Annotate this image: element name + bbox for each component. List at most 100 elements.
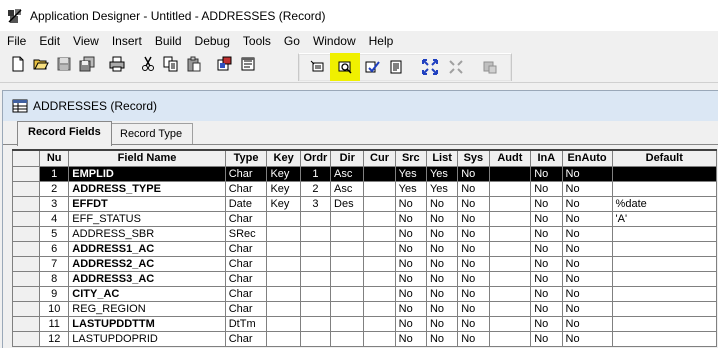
cell-cur[interactable] [363,285,396,302]
cell-enauto[interactable]: No [561,330,613,347]
table-row[interactable]: 7 ADDRESS2_AC Char No No No No No [11,255,718,272]
cell-cur[interactable] [363,165,396,182]
row-selector[interactable] [11,210,41,227]
cell-audt[interactable] [488,165,532,182]
cell-number[interactable]: 6 [39,240,70,257]
cell-cur[interactable] [363,300,396,317]
grid-corner[interactable] [11,149,41,167]
table-row[interactable]: 12 LASTUPDOPRID Char No No No No No [11,330,718,347]
table-row[interactable]: 9 CITY_AC Char No No No No No [11,285,718,302]
cell-type[interactable]: Char [224,285,268,302]
cell-dir[interactable] [330,225,365,242]
cell-sys[interactable]: No [457,330,490,347]
cell-default[interactable] [611,285,718,302]
cell-type[interactable]: SRec [224,225,268,242]
cell-default[interactable] [611,315,718,332]
cell-cur[interactable] [363,195,396,212]
cell-field-name[interactable]: ADDRESS_TYPE [68,180,226,197]
cell-number[interactable]: 12 [39,330,70,347]
col-header-nu[interactable]: Nu [39,149,70,167]
cell-enauto[interactable]: No [561,195,613,212]
cell-enauto[interactable]: No [561,225,613,242]
expand-all-icon[interactable] [421,58,439,76]
cell-audt[interactable] [488,240,532,257]
menu-tools[interactable]: Tools [236,31,277,51]
cell-type[interactable]: Char [224,270,268,287]
menu-view[interactable]: View [66,31,105,51]
col-header-list[interactable]: List [425,149,459,167]
cell-enauto[interactable]: No [561,255,613,272]
cell-src[interactable]: No [394,195,427,212]
row-selector[interactable] [11,315,41,332]
cell-type[interactable]: Char [224,210,268,227]
cell-src[interactable]: Yes [394,180,427,197]
cell-enauto[interactable]: No [561,240,613,257]
cell-sys[interactable]: No [457,300,490,317]
cell-dir[interactable] [330,270,365,287]
cell-number[interactable]: 9 [39,285,70,302]
cell-sys[interactable]: No [457,165,490,182]
cell-sys[interactable]: No [457,285,490,302]
cell-default[interactable] [611,255,718,272]
row-selector[interactable] [11,180,41,197]
new-icon[interactable] [9,55,27,73]
row-selector[interactable] [11,300,41,317]
cell-list[interactable]: No [425,315,459,332]
cell-list[interactable]: No [425,225,459,242]
cell-number[interactable]: 11 [39,315,70,332]
copy-icon[interactable] [162,55,180,73]
cell-number[interactable]: 4 [39,210,70,227]
cell-ina[interactable]: No [530,330,563,347]
col-header-key[interactable]: Key [266,149,301,167]
insert-field-icon[interactable] [309,58,327,76]
cell-sys[interactable]: No [457,195,490,212]
cell-sys[interactable]: No [457,210,490,227]
cell-cur[interactable] [363,180,396,197]
cell-type[interactable]: Date [224,195,268,212]
cell-audt[interactable] [488,210,532,227]
table-row[interactable]: 8 ADDRESS3_AC Char No No No No No [11,270,718,287]
row-selector[interactable] [11,330,41,347]
cell-cur[interactable] [363,225,396,242]
cell-type[interactable]: Char [224,330,268,347]
cell-cur[interactable] [363,210,396,227]
table-row[interactable]: 3 EFFDT Date Key 3 Des No No No No No %date [11,195,718,212]
cell-type[interactable]: Char [224,300,268,317]
cell-dir[interactable] [330,330,365,347]
table-row[interactable]: 5 ADDRESS_SBR SRec No No No No No [11,225,718,242]
table-row[interactable]: 2 ADDRESS_TYPE Char Key 2 Asc Yes Yes No No No [11,180,718,197]
menu-edit[interactable]: Edit [32,31,66,51]
table-row[interactable]: 6 ADDRESS1_AC Char No No No No No [11,240,718,257]
col-header-ordr[interactable]: Ordr [299,149,332,167]
cell-sys[interactable]: No [457,225,490,242]
cell-dir[interactable] [330,255,365,272]
cell-type[interactable]: Char [224,180,268,197]
tab-record-fields[interactable]: Record Fields [17,121,112,146]
cell-list[interactable]: Yes [425,165,459,182]
table-row[interactable]: 11 LASTUPDDTTM DtTm No No No No No [11,315,718,332]
cell-ordr[interactable] [299,270,332,287]
find-definition-references-icon[interactable] [330,53,360,81]
cell-key[interactable]: Key [266,165,301,182]
cell-enauto[interactable]: No [561,285,613,302]
cell-field-name[interactable]: LASTUPDOPRID [68,330,226,347]
project-icon[interactable] [216,55,234,73]
cell-ina[interactable]: No [530,225,563,242]
row-selector[interactable] [11,225,41,242]
cell-list[interactable]: No [425,285,459,302]
col-header-default[interactable]: Default [611,149,718,167]
cell-ina[interactable]: No [530,240,563,257]
cell-field-name[interactable]: LASTUPDDTTM [68,315,226,332]
cell-key[interactable] [266,300,301,317]
cell-default[interactable] [611,300,718,317]
cell-src[interactable]: No [394,285,427,302]
cell-ina[interactable]: No [530,210,563,227]
col-header-type[interactable]: Type [224,149,268,167]
cell-key[interactable]: Key [266,195,301,212]
cell-field-name[interactable]: ADDRESS1_AC [68,240,226,257]
cell-number[interactable]: 8 [39,270,70,287]
build-icon[interactable] [481,58,499,76]
cell-number[interactable]: 7 [39,255,70,272]
row-selector[interactable] [11,165,41,182]
cell-sys[interactable]: No [457,255,490,272]
